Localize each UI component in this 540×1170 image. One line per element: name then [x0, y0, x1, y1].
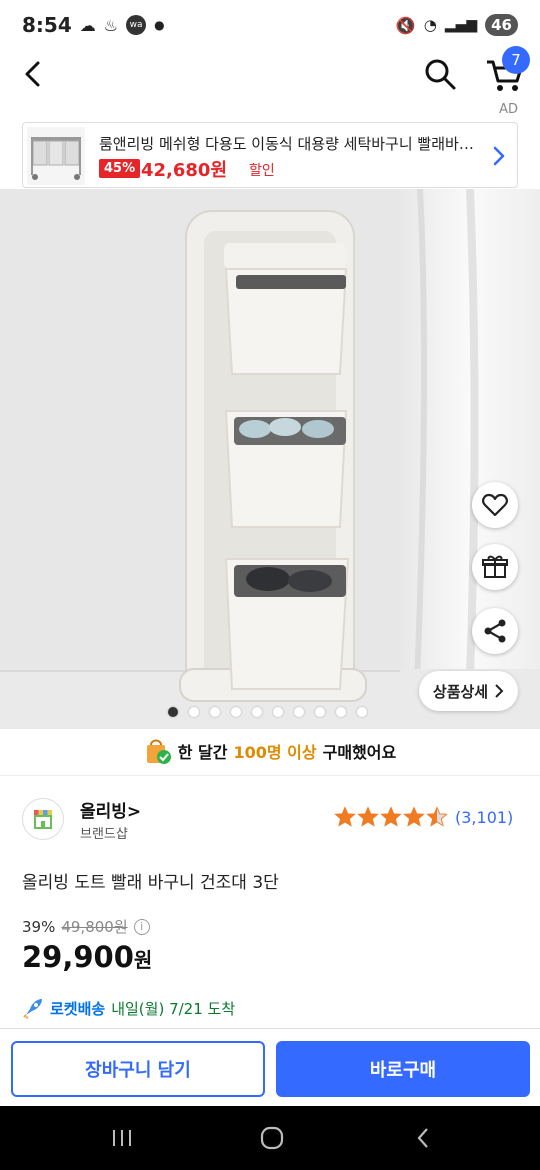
star-icon [403, 806, 425, 827]
signal-icon: ▂▄▆ [444, 17, 478, 33]
carousel-dot [336, 707, 346, 717]
share-icon [484, 619, 506, 643]
chevron-right-icon [493, 146, 505, 166]
status-bar: 8:54 ☁ ♨ wa ● 🔇 ◔ ▂▄▆ 46 [0, 0, 540, 50]
carousel-dot [189, 707, 199, 717]
ad-price: 42,680원 [141, 160, 228, 181]
rocket-delivery-label: 로켓배송 [50, 999, 106, 1018]
battery-indicator: 46 [485, 14, 518, 36]
back-arrow-icon[interactable] [18, 58, 50, 90]
star-icon [426, 806, 448, 827]
rating-stars [334, 806, 448, 828]
chevron-right-icon [495, 684, 504, 698]
original-price: 49,800원 [61, 918, 128, 936]
wifi-icon: ◔ [423, 16, 437, 34]
currency-label: 원 [133, 948, 153, 972]
mute-icon: 🔇 [395, 15, 416, 35]
product-title: 올리빙 도트 빨래 바구니 건조대 3단 [22, 873, 279, 893]
cloud-icon: ☁ [79, 15, 96, 35]
ad-sale-label: 할인 [249, 163, 275, 179]
product-photo [0, 189, 540, 729]
seller-name: 올리빙 [80, 802, 127, 822]
rating-link[interactable]: (3,101) [334, 806, 513, 828]
seller-name-link[interactable]: 올리빙> [80, 797, 141, 822]
rating-count: (3,101) [455, 807, 514, 827]
divider [0, 775, 540, 776]
status-time: 8:54 [22, 13, 72, 37]
notification-icon: ♨ [103, 15, 119, 35]
more-notifications-dot-icon: ● [154, 18, 165, 32]
product-detail-button[interactable]: 상품상세 [419, 671, 518, 711]
carousel-dot [231, 707, 241, 717]
sale-price: 29,900원 [22, 940, 152, 974]
product-detail-label: 상품상세 [432, 682, 489, 701]
wishlist-button[interactable] [472, 482, 518, 528]
price-original-row: 39% 49,800원 i [22, 916, 150, 937]
buy-now-button[interactable]: 바로구매 [276, 1041, 530, 1097]
add-to-cart-button[interactable]: 장바구니 담기 [11, 1041, 265, 1097]
carousel-dot [294, 707, 304, 717]
rocket-icon [23, 999, 42, 1019]
ad-product-thumbnail [27, 127, 85, 185]
seller-type: 브랜드샵 [80, 827, 128, 842]
purchase-count-banner: 한 달간 100명 이상 구매했어요 [0, 734, 540, 768]
delivery-date: 내일(월) 7/21 도착 [111, 999, 236, 1018]
sale-price-value: 29,900 [22, 940, 134, 974]
purchase-count-prefix: 한 달간 [177, 743, 228, 762]
delivery-info: 로켓배송 내일(월) 7/21 도착 [22, 997, 235, 1019]
shopping-bag-check-icon [146, 739, 171, 764]
search-icon[interactable] [422, 56, 458, 92]
star-icon [357, 806, 379, 827]
carousel-dot [252, 707, 262, 717]
cart-count-badge: 7 [502, 46, 530, 74]
product-image-carousel[interactable] [0, 189, 540, 729]
ad-discount-badge: 45% [99, 159, 141, 178]
back-icon[interactable] [412, 1126, 436, 1150]
carousel-page-indicator [168, 707, 367, 717]
star-icon [334, 806, 356, 827]
carousel-dot [315, 707, 325, 717]
heart-icon [482, 493, 508, 517]
system-nav-bar [0, 1106, 540, 1170]
ad-label: AD [499, 102, 518, 117]
purchase-count-suffix: 구매했어요 [322, 743, 397, 762]
discount-rate: 39% [22, 917, 56, 936]
bottom-action-bar: 장바구니 담기 바로구매 [0, 1028, 540, 1106]
chevron-right-icon: > [126, 802, 142, 822]
home-icon[interactable] [259, 1125, 285, 1151]
star-icon [380, 806, 402, 827]
info-icon[interactable]: i [133, 918, 150, 935]
store-icon [34, 810, 52, 829]
carousel-dot [273, 707, 283, 717]
top-nav [0, 50, 540, 98]
ad-title: 룸앤리빙 메쉬형 다용도 이동식 대용량 세탁바구니 빨래바구니 [99, 135, 484, 153]
carousel-dot [168, 707, 178, 717]
ad-banner[interactable]: 룸앤리빙 메쉬형 다용도 이동식 대용량 세탁바구니 빨래바구니 45% 42,… [22, 122, 518, 188]
recent-apps-icon[interactable] [110, 1126, 134, 1150]
carousel-dot [210, 707, 220, 717]
app-notification-icon: wa [126, 15, 147, 35]
purchase-count-highlight: 100명 이상 [233, 743, 317, 762]
seller-logo[interactable] [22, 798, 64, 840]
gift-button[interactable] [472, 544, 518, 590]
gift-icon [482, 555, 508, 578]
share-button[interactable] [472, 608, 518, 654]
carousel-dot [357, 707, 367, 717]
